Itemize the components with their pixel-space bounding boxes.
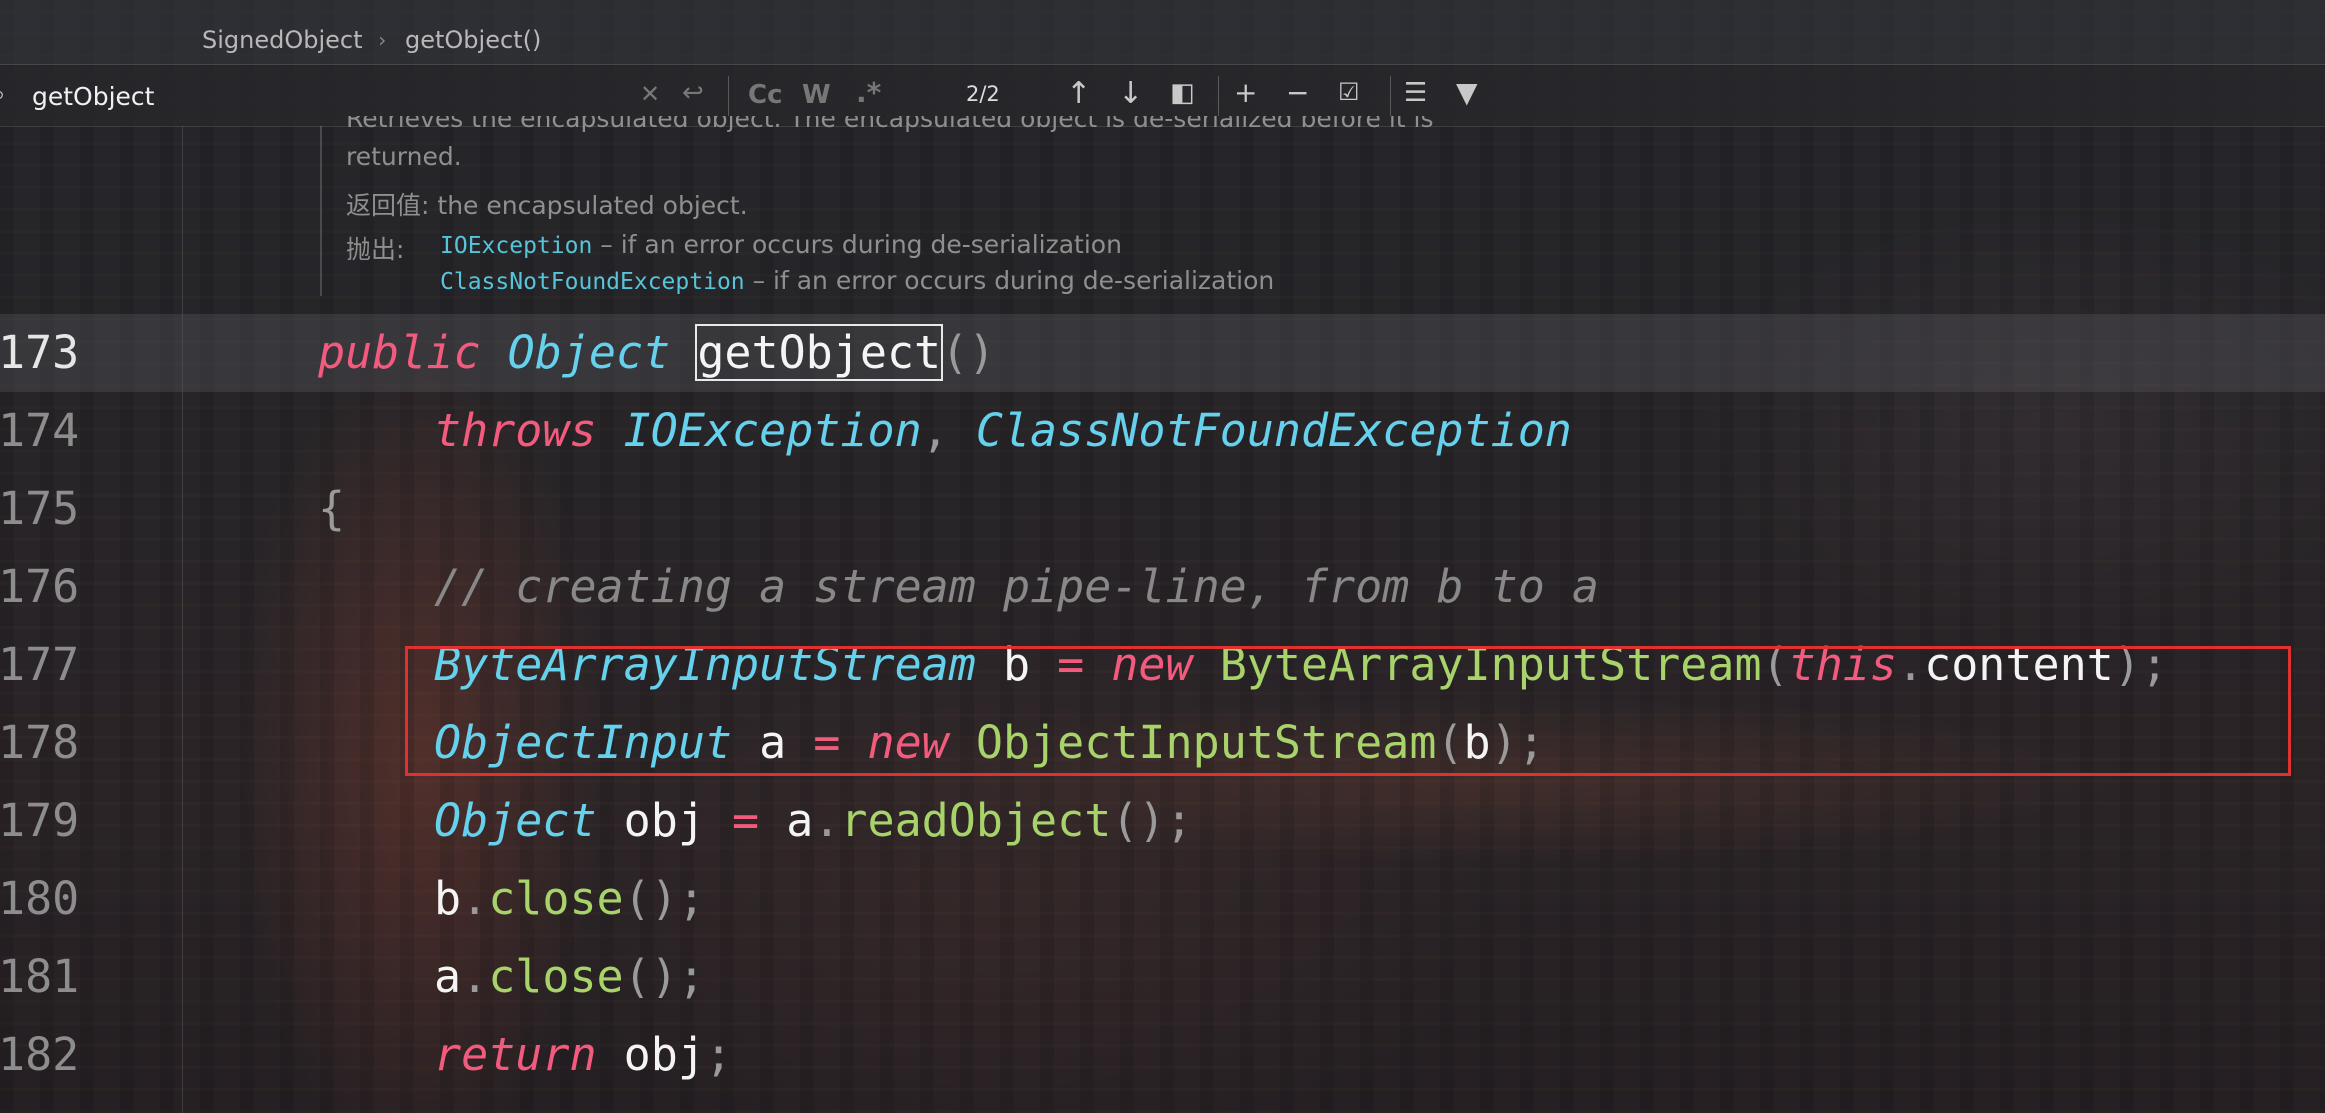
match-case-icon[interactable]: Cc xyxy=(748,80,783,110)
line-number: 179 xyxy=(0,794,80,847)
line-number: 173 xyxy=(0,326,80,379)
method-call: close xyxy=(488,950,624,1003)
method-call: readObject xyxy=(840,794,1112,847)
add-selection-icon[interactable]: + xyxy=(1234,76,1257,109)
doc-returns: 返回值: the encapsulated object. xyxy=(346,186,748,222)
punct: ; xyxy=(704,1028,733,1081)
code-line-175[interactable]: { xyxy=(318,470,345,548)
line-number: 176 xyxy=(0,560,80,613)
match-count: 2/2 xyxy=(966,82,1000,106)
doc-throws-text: – if an error occurs during de-serializa… xyxy=(592,230,1122,259)
line-number: 178 xyxy=(0,716,80,769)
punct: (); xyxy=(1111,794,1193,847)
doc-throws-link[interactable]: IOException xyxy=(440,233,592,259)
funnel-icon[interactable]: ▼ xyxy=(1456,76,1478,109)
punct: () xyxy=(941,326,996,379)
code-line-179[interactable]: Object obj = a.readObject(); xyxy=(434,782,1193,860)
type: Object xyxy=(507,326,671,379)
divider xyxy=(1390,76,1391,116)
line-number: 182 xyxy=(0,1028,80,1081)
code-line-182[interactable]: return obj; xyxy=(434,1016,732,1094)
keyword: throws xyxy=(434,404,597,457)
whole-word-icon[interactable]: W xyxy=(802,80,831,110)
punct: . xyxy=(461,872,489,925)
doc-throws-text: – if an error occurs during de-serializa… xyxy=(744,266,1275,295)
type: Object xyxy=(434,794,597,847)
search-input[interactable] xyxy=(30,72,634,120)
next-occurrence-icon[interactable]: ↓ xyxy=(1118,76,1143,111)
remove-selection-icon[interactable]: − xyxy=(1286,76,1309,109)
code-line-180[interactable]: b.close(); xyxy=(434,860,705,938)
open-in-window-icon[interactable]: ◧ xyxy=(1170,78,1195,108)
history-icon[interactable]: ↩ xyxy=(682,78,704,108)
previous-occurrence-icon[interactable]: ↑ xyxy=(1066,76,1091,111)
line-number: 175 xyxy=(0,482,80,535)
divider xyxy=(1218,76,1219,116)
search-match-highlight: getObject xyxy=(695,324,944,381)
type: ClassNotFoundException xyxy=(975,404,1572,457)
breadcrumb-separator-icon: › xyxy=(376,28,389,52)
doc-description-cont: returned. xyxy=(346,142,462,171)
receiver: a xyxy=(434,950,462,1003)
type: IOException xyxy=(623,404,922,457)
select-all-occurrences-icon[interactable]: ☑ xyxy=(1338,78,1360,106)
doc-returns-label: 返回值: xyxy=(346,191,430,220)
code-line-174[interactable]: throws IOException, ClassNotFoundExcepti… xyxy=(434,392,1572,470)
receiver: a xyxy=(786,794,814,847)
breadcrumb: SignedObject › getObject() xyxy=(0,0,2325,65)
method-call: close xyxy=(488,872,624,925)
code-line-181[interactable]: a.close(); xyxy=(434,938,705,1016)
punct: (); xyxy=(623,872,705,925)
punct: (); xyxy=(623,950,705,1003)
code-line-173[interactable]: public Object getObject() xyxy=(318,314,995,392)
code-line-176[interactable]: // creating a stream pipe-line, from b t… xyxy=(434,548,1599,626)
line-number: 180 xyxy=(0,872,80,925)
annotation-box xyxy=(405,646,2291,776)
clear-icon[interactable]: ✕ xyxy=(640,80,660,108)
divider xyxy=(728,76,729,116)
doc-throws-link[interactable]: ClassNotFoundException xyxy=(440,269,745,295)
keyword: return xyxy=(434,1028,597,1081)
line-number: 181 xyxy=(0,950,80,1003)
filter-search-icon[interactable]: ☰ xyxy=(1404,78,1427,108)
receiver: b xyxy=(434,872,462,925)
punct: . xyxy=(813,794,841,847)
breadcrumb-class[interactable]: SignedObject xyxy=(202,26,363,54)
doc-throws-item: ClassNotFoundException – if an error occ… xyxy=(440,266,1274,295)
operator: = xyxy=(732,794,760,847)
doc-returns-text: the encapsulated object. xyxy=(437,191,748,220)
punct: . xyxy=(461,950,489,1003)
doc-throws-item: IOException – if an error occurs during … xyxy=(440,230,1122,259)
keyword: public xyxy=(318,326,481,379)
search-icon[interactable]: ⌕ xyxy=(0,80,5,108)
punct: , xyxy=(921,404,949,457)
regex-icon[interactable]: .* xyxy=(856,76,881,109)
breadcrumb-method[interactable]: getObject() xyxy=(405,26,541,54)
gutter-divider xyxy=(182,126,183,1113)
doc-throws-label: 抛出: xyxy=(346,235,405,264)
variable: obj xyxy=(623,1028,705,1081)
doc-comment-bar xyxy=(320,126,322,296)
line-number: 174 xyxy=(0,404,80,457)
variable: obj xyxy=(623,794,705,847)
line-number: 177 xyxy=(0,638,80,691)
